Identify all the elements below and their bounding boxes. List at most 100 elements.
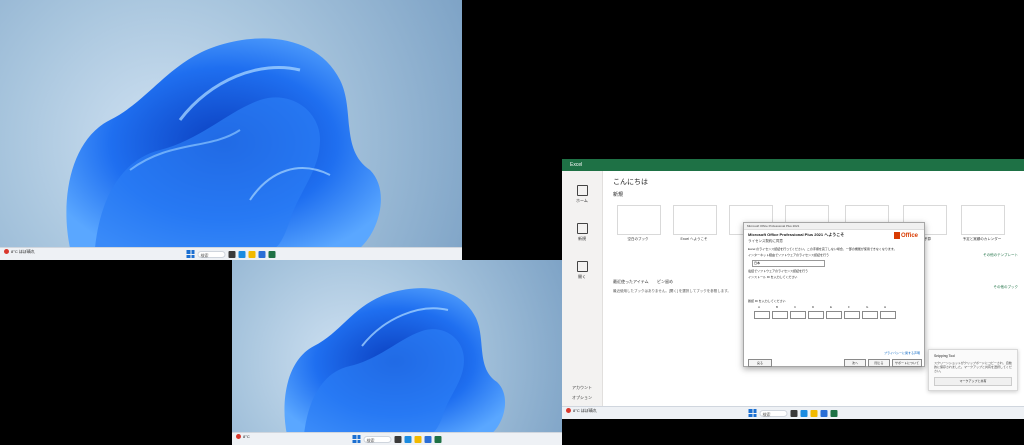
weather-widget[interactable]: 8°C — [236, 434, 250, 440]
key-group-label: D — [812, 305, 815, 309]
nav-new[interactable]: 新規 — [570, 223, 594, 242]
confirmation-id-field[interactable] — [790, 311, 806, 319]
app-title: Excel — [570, 162, 583, 168]
confirmation-id-field[interactable] — [808, 311, 824, 319]
monitor-right-excel: Excel ホーム 新規 開く アカウント オプション こんにちは 新規 空白の… — [562, 159, 1024, 419]
dialog-titlebar: Microsoft Office Professional Plus 2021 — [744, 223, 924, 230]
back-button[interactable]: 戻る — [748, 359, 772, 367]
template-blank[interactable] — [617, 205, 661, 235]
start-button[interactable] — [186, 250, 195, 258]
edge-icon[interactable] — [238, 250, 246, 258]
help-button[interactable]: サポートについて — [892, 359, 922, 367]
excel-title-bar: Excel — [562, 159, 1024, 171]
dialog-instruction: Excel のライセンス認証を行ってください。この手順を完了しない場合、一部の機… — [748, 247, 897, 251]
nav-home-label: ホーム — [576, 198, 588, 203]
option-phone[interactable]: 電話でソフトウェアのライセンス認証を行う — [748, 269, 808, 273]
greeting: こんにちは — [613, 179, 648, 186]
weather-widget[interactable]: 8°C ほぼ晴れ — [566, 408, 597, 414]
taskbar-center: 検索 — [748, 409, 838, 417]
start-button[interactable] — [748, 409, 757, 417]
taskbar: 8°C ほぼ晴れ 検索 — [0, 247, 462, 260]
taskbar-search[interactable]: 検索 — [759, 409, 788, 417]
confirmation-id-field[interactable] — [862, 311, 878, 319]
key-group-label: G — [866, 305, 869, 309]
nav-options-label: オプション — [572, 395, 592, 400]
markup-share-button[interactable]: マークアップと共有 — [934, 377, 1012, 386]
nav-options[interactable]: オプション — [570, 395, 594, 401]
dialog-subtitle: ライセンス契約に同意 — [748, 239, 783, 243]
home-icon — [576, 185, 588, 196]
store-icon[interactable] — [424, 435, 432, 443]
taskbar-search[interactable]: 検索 — [363, 435, 392, 443]
task-view-icon[interactable] — [228, 250, 236, 258]
weather-temperature: 8°C — [243, 434, 250, 439]
confirmation-id-field[interactable] — [754, 311, 770, 319]
excel-icon[interactable] — [830, 409, 838, 417]
file-explorer-icon[interactable] — [810, 409, 818, 417]
monitor-top-left: 8°C ほぼ晴れ 検索 — [0, 0, 462, 260]
next-button[interactable]: 次へ — [844, 359, 866, 367]
template-calendar-label: 予定と実績のカレンダー — [962, 237, 1002, 241]
privacy-link[interactable]: プライバシーに関する声明 — [884, 351, 920, 355]
new-section-label: 新規 — [613, 192, 624, 198]
template-welcome[interactable] — [673, 205, 717, 235]
taskbar: 8°C ほぼ晴れ 検索 — [562, 406, 1024, 419]
weather-temperature: 8°C — [573, 408, 580, 413]
snipping-tool-notification[interactable]: Snipping Tool スクリーンショットがクリップボードにコピーされ、自動… — [928, 349, 1018, 391]
confirmation-id-field[interactable] — [772, 311, 788, 319]
toast-body: スクリーンショットがクリップボードにコピーされ、自動的に保存されました。マークア… — [934, 361, 1012, 373]
nav-open[interactable]: 開く — [570, 261, 594, 280]
close-button[interactable]: 閉じる — [868, 359, 890, 367]
key-group-label: C — [794, 305, 797, 309]
confirmation-id-field[interactable] — [844, 311, 860, 319]
weather-icon — [566, 408, 571, 414]
bloom-wallpaper-art — [284, 288, 506, 435]
nav-account-label: アカウント — [572, 385, 592, 390]
office-logo-icon — [893, 232, 900, 239]
excel-home-pane: こんにちは 新規 空白のブック Excel へようこそ 月間予算 予定と実績のカ… — [603, 171, 1024, 407]
file-explorer-icon[interactable] — [248, 250, 256, 258]
task-view-icon[interactable] — [790, 409, 798, 417]
recent-tab[interactable]: 最近使ったアイテム — [613, 279, 649, 285]
template-welcome-label: Excel へようこそ — [680, 237, 708, 241]
weather-widget[interactable]: 8°C ほぼ晴れ — [4, 249, 35, 255]
activation-dialog: Microsoft Office Professional Plus 2021 … — [743, 222, 925, 367]
monitor-bottom-middle: 8°C 検索 — [232, 260, 562, 445]
confirmation-id-field[interactable] — [826, 311, 842, 319]
recent-empty-note: 最近使用したブックはありません。[開く] を選択してブックを参照します。 — [613, 289, 731, 293]
dialog-title: Microsoft Office Professional Plus 2021 … — [748, 232, 845, 237]
nav-home[interactable]: ホーム — [570, 185, 594, 204]
nav-open-label: 開く — [578, 274, 586, 279]
edge-icon[interactable] — [404, 435, 412, 443]
start-button[interactable] — [352, 435, 361, 443]
excel-backstage-nav: ホーム 新規 開く アカウント オプション — [562, 171, 603, 407]
excel-icon[interactable] — [434, 435, 442, 443]
template-budget[interactable] — [961, 205, 1005, 235]
excel-icon[interactable] — [268, 250, 276, 258]
more-workbooks-link[interactable]: その他のブック — [994, 285, 1019, 290]
file-explorer-icon[interactable] — [414, 435, 422, 443]
task-view-icon[interactable] — [394, 435, 402, 443]
option-internet[interactable]: インターネット経由でソフトウェアのライセンス認証を行う — [748, 253, 829, 257]
template-blank-label: 空白のブック — [627, 237, 649, 241]
weather-condition: ほぼ晴れ — [18, 249, 35, 254]
store-icon[interactable] — [258, 250, 266, 258]
toast-title: Snipping Tool — [934, 354, 955, 358]
store-icon[interactable] — [820, 409, 828, 417]
more-templates-link[interactable]: その他のテンプレート — [983, 253, 1018, 258]
confirmation-id-label: 確認 ID を入力してください — [748, 299, 786, 303]
weather-icon — [4, 249, 9, 255]
country-select[interactable]: 日本 — [752, 260, 825, 267]
key-group-label: A — [758, 305, 761, 309]
taskbar-search[interactable]: 検索 — [197, 250, 226, 258]
pinned-tab[interactable]: ピン留め — [657, 279, 673, 285]
edge-icon[interactable] — [800, 409, 808, 417]
key-group-label: H — [884, 305, 887, 309]
confirmation-id-field[interactable] — [880, 311, 896, 319]
folder-icon — [576, 261, 588, 272]
weather-temperature: 8°C — [11, 249, 18, 254]
weather-condition: ほぼ晴れ — [580, 408, 597, 413]
office-logo: Office — [893, 232, 918, 239]
nav-account[interactable]: アカウント — [570, 385, 594, 391]
bloom-wallpaper-art — [66, 38, 381, 248]
